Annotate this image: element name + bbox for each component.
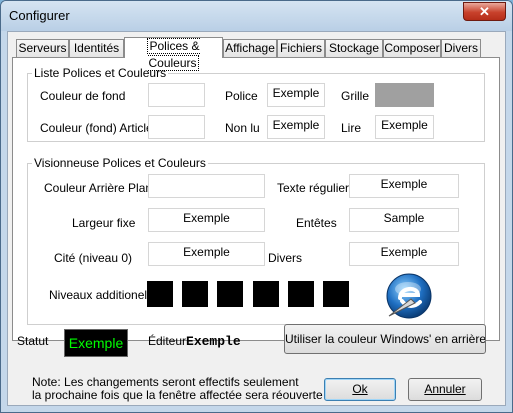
divers-label: Divers [268, 251, 303, 265]
police-sample[interactable]: Exemple [267, 83, 325, 107]
tab-composer[interactable]: Composer [383, 39, 441, 57]
couleur-articles-swatch[interactable] [148, 115, 205, 139]
editeur-label: ÉditeurExemple [148, 334, 241, 349]
window-title: Configurer [9, 8, 70, 23]
texte-regulier-sample[interactable]: Exemple [349, 174, 459, 198]
lire-label: Lire [341, 121, 362, 135]
tab-label: Polices & Couleurs [147, 38, 200, 71]
tab-divers[interactable]: Divers [441, 39, 481, 57]
close-icon: ✕ [479, 4, 490, 19]
tab-serveurs[interactable]: Serveurs [16, 39, 69, 57]
tab-stockage[interactable]: Stockage [325, 39, 383, 57]
couleur-fond-swatch[interactable] [148, 83, 205, 107]
cancel-button[interactable]: Annuler [408, 378, 482, 401]
viewer-group-title: Visionneuse Polices et Couleurs [32, 156, 208, 170]
tab-identites[interactable]: Identités [69, 39, 124, 57]
non-lu-sample[interactable]: Exemple [267, 115, 325, 139]
entetes-sample[interactable]: Sample [349, 208, 459, 232]
configurer-window: Configurer ✕ Serveurs Identités Polices … [0, 0, 513, 413]
couleur-fond-label: Couleur de fond [40, 89, 126, 103]
tab-polices-couleurs[interactable]: Polices & Couleurs [124, 37, 223, 71]
app-logo-icon [386, 273, 432, 319]
entetes-label: Entêtes [296, 216, 337, 230]
statut-sample[interactable]: Exemple [64, 329, 128, 357]
niveau-swatch-1[interactable] [147, 281, 173, 307]
arriere-plan-swatch[interactable] [148, 174, 265, 198]
niveau-swatch-4[interactable] [253, 281, 279, 307]
largeur-fixe-label: Largeur fixe [72, 216, 136, 230]
note-line-1: Note: Les changements seront effectifs s… [32, 375, 299, 389]
editeur-label-text: Éditeur [148, 334, 187, 348]
cite-label: Cité (niveau 0) [54, 251, 133, 265]
ok-button[interactable]: Ok [324, 378, 396, 401]
non-lu-label: Non lu [225, 121, 260, 135]
tab-panel: Liste Polices et Couleurs Couleur de fon… [12, 57, 500, 341]
cite-sample[interactable]: Exemple [148, 242, 265, 266]
tab-fichiers[interactable]: Fichiers [277, 39, 325, 57]
windows-color-button[interactable]: Utiliser la couleur Windows' en arrière … [284, 324, 486, 354]
note-line-2: la prochaine fois que la fenêtre affecté… [32, 388, 323, 402]
divers-sample[interactable]: Exemple [349, 242, 459, 266]
viewer-group: Visionneuse Polices et Couleurs Couleur … [27, 156, 485, 325]
niveaux-label: Niveaux additionels [49, 288, 154, 302]
police-label: Police [225, 89, 258, 103]
cancel-label: Annuler [424, 382, 466, 396]
title-bar[interactable]: Configurer ✕ [1, 1, 512, 31]
editeur-sample[interactable]: Exemple [186, 334, 241, 349]
texte-regulier-label: Texte régulier [277, 181, 350, 195]
niveau-swatch-2[interactable] [182, 281, 208, 307]
close-button[interactable]: ✕ [463, 2, 506, 21]
couleur-articles-label: Couleur (fond) Articles [40, 121, 159, 135]
statut-label: Statut [17, 334, 49, 348]
grille-label: Grille [341, 89, 370, 103]
liste-group: Liste Polices et Couleurs Couleur de fon… [27, 66, 485, 142]
niveau-swatch-6[interactable] [323, 281, 349, 307]
ok-label: Ok [352, 382, 368, 396]
arriere-plan-label: Couleur Arrière Plan [44, 181, 153, 195]
grille-swatch[interactable] [375, 83, 434, 107]
niveau-swatch-3[interactable] [217, 281, 243, 307]
niveau-swatch-5[interactable] [288, 281, 314, 307]
tab-affichage[interactable]: Affichage [223, 39, 277, 57]
largeur-fixe-sample[interactable]: Exemple [148, 208, 265, 232]
lire-sample[interactable]: Exemple [375, 115, 434, 139]
dialog-client: Serveurs Identités Polices & Couleurs Af… [7, 31, 506, 406]
